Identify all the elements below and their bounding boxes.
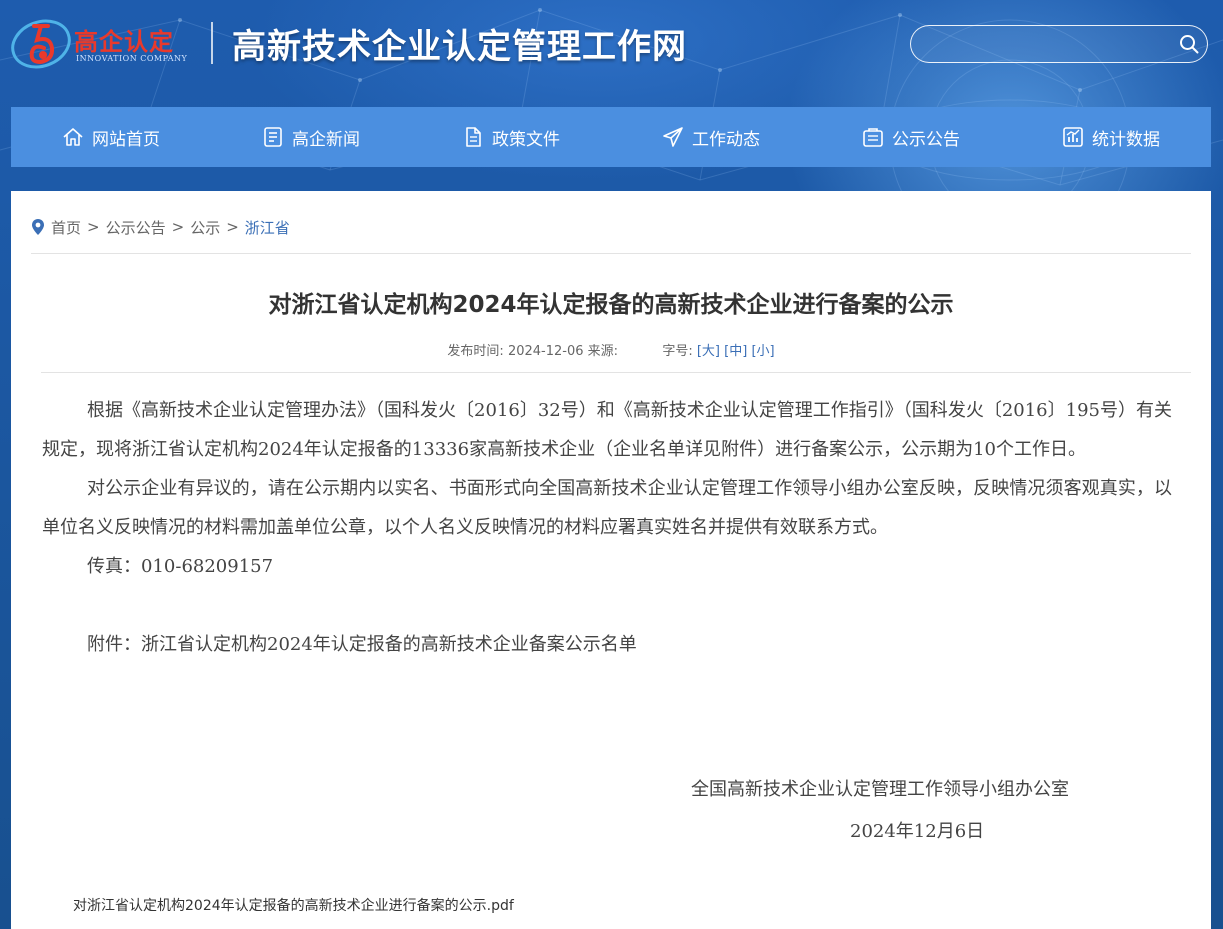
article-paragraph: 根据《高新技术企业认定管理办法》（国科发火〔2016〕32号）和《高新技术企业认… bbox=[42, 400, 1172, 460]
publish-date: 2024-12-06 bbox=[507, 344, 584, 359]
breadcrumb-notices[interactable]: 公示公告 bbox=[106, 217, 166, 238]
breadcrumb-current[interactable]: 浙江省 bbox=[245, 217, 290, 238]
content-panel: 首页 > 公示公告 > 公示 > 浙江省 对浙江省认定机构2024年认定报备的高… bbox=[11, 191, 1211, 929]
signature-date: 2024年12月6日 bbox=[850, 821, 985, 842]
search-icon[interactable] bbox=[1179, 34, 1199, 54]
meta-divider bbox=[41, 372, 1191, 373]
fontsize-label: 字号: bbox=[662, 344, 693, 359]
attachment-pdf-link[interactable]: 对浙江省认定机构2024年认定报备的高新技术企业进行备案的公示.pdf bbox=[73, 895, 514, 915]
main-navigation: 网站首页 高企新闻 政策文件 工作动态 公示公告 统计数据 bbox=[11, 107, 1211, 167]
nav-item-label: 政策文件 bbox=[492, 129, 560, 150]
location-pin-icon bbox=[32, 219, 44, 235]
attachment-line: 附件：浙江省认定机构2024年认定报备的高新技术企业备案公示名单 bbox=[87, 634, 637, 655]
home-icon bbox=[63, 128, 83, 146]
nav-item-label: 高企新闻 bbox=[292, 129, 360, 150]
breadcrumb-separator: > bbox=[87, 218, 100, 236]
search-box bbox=[910, 25, 1208, 63]
logo-mark-icon bbox=[11, 19, 71, 69]
fontsize-medium-button[interactable]: [中] bbox=[724, 344, 747, 359]
site-title: 高新技术企业认定管理工作网 bbox=[232, 27, 687, 67]
breadcrumb: 首页 > 公示公告 > 公示 > 浙江省 bbox=[31, 217, 290, 237]
breadcrumb-publicity[interactable]: 公示 bbox=[190, 217, 220, 238]
source-label: 来源: bbox=[587, 344, 619, 359]
nav-item-notices[interactable]: 公示公告 bbox=[811, 107, 1011, 167]
publish-label: 发布时间: bbox=[447, 344, 504, 359]
breadcrumb-home[interactable]: 首页 bbox=[51, 217, 81, 238]
nav-item-home[interactable]: 网站首页 bbox=[11, 107, 211, 167]
logo-chinese-text: 高企认定 bbox=[74, 28, 174, 56]
article-title: 对浙江省认定机构2024年认定报备的高新技术企业进行备案的公示 bbox=[268, 292, 954, 318]
site-header: 高企认定 INNOVATION COMPANY 高新技术企业认定管理工作网 bbox=[0, 0, 1223, 100]
site-logo[interactable]: 高企认定 INNOVATION COMPANY bbox=[10, 14, 200, 74]
fax-line: 传真：010-68209157 bbox=[87, 556, 274, 577]
fontsize-large-button[interactable]: [大] bbox=[697, 344, 720, 359]
nav-item-news[interactable]: 高企新闻 bbox=[211, 107, 411, 167]
nav-item-statistics[interactable]: 统计数据 bbox=[1011, 107, 1211, 167]
signature-organization: 全国高新技术企业认定管理工作领导小组办公室 bbox=[691, 779, 1069, 800]
document-icon bbox=[466, 127, 481, 147]
logo-divider bbox=[211, 22, 213, 64]
breadcrumb-separator: > bbox=[171, 218, 185, 236]
chart-icon bbox=[1063, 127, 1083, 147]
breadcrumb-separator: > bbox=[226, 218, 239, 236]
logo-english-text: INNOVATION COMPANY bbox=[76, 54, 188, 63]
article-paragraph: 对公示企业有异议的，请在公示期内以实名、书面形式向全国高新技术企业认定管理工作领… bbox=[42, 478, 1172, 538]
fontsize-small-button[interactable]: [小] bbox=[751, 344, 774, 359]
notice-icon bbox=[863, 128, 883, 147]
nav-item-label: 工作动态 bbox=[692, 129, 760, 150]
search-input[interactable] bbox=[925, 33, 1169, 57]
nav-item-work-updates[interactable]: 工作动态 bbox=[611, 107, 811, 167]
nav-item-label: 公示公告 bbox=[892, 129, 960, 150]
nav-item-policy[interactable]: 政策文件 bbox=[411, 107, 611, 167]
nav-item-label: 网站首页 bbox=[92, 129, 160, 150]
article-meta: 发布时间: 2024-12-06 来源: 字号: [大] [中] [小] bbox=[11, 340, 1211, 359]
news-icon bbox=[264, 127, 282, 147]
paper-plane-icon bbox=[663, 127, 683, 147]
breadcrumb-divider bbox=[31, 253, 1191, 254]
nav-item-label: 统计数据 bbox=[1092, 129, 1160, 150]
article-body: 根据《高新技术企业认定管理办法》（国科发火〔2016〕32号）和《高新技术企业认… bbox=[42, 391, 1172, 664]
